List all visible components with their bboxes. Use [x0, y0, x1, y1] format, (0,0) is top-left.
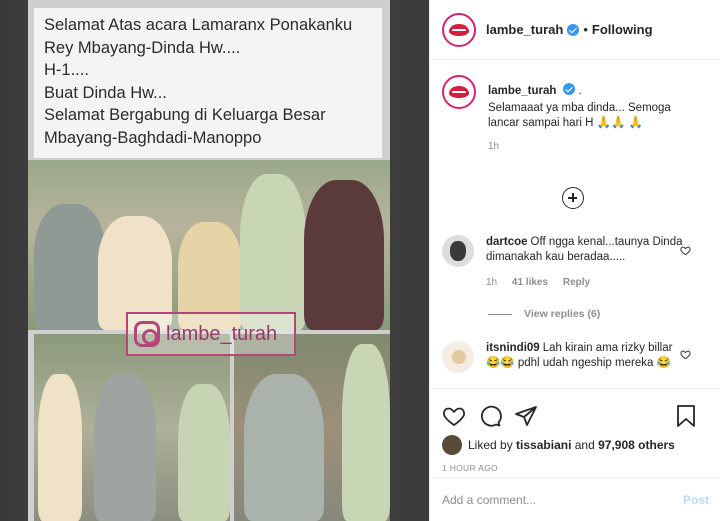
like-heart-icon[interactable]	[442, 404, 466, 428]
post-side-panel: lambe_turah • Following lambe_turah . Se…	[429, 0, 720, 521]
save-bookmark-icon[interactable]	[675, 404, 697, 428]
post-actions: Liked by tissabiani and 97,908 others 1 …	[430, 388, 720, 473]
comment-body: itsnindi09 Lah kirain ama rizky billar 😂😂…	[486, 341, 686, 373]
likes-count[interactable]: 97,908 others	[598, 438, 675, 452]
caption-time: 1h	[488, 141, 500, 152]
comment-time: 1h	[486, 277, 498, 288]
caption-avatar[interactable]	[442, 75, 476, 109]
reply-button[interactable]: Reply	[563, 277, 590, 288]
comment-body: dartcoe Off ngga kenal...taunya Dinda dim…	[486, 235, 686, 290]
comment-username[interactable]: dartcoe	[486, 236, 528, 248]
avatar-inner	[446, 16, 472, 43]
lips-logo-icon	[449, 86, 469, 98]
author-username[interactable]: lambe_turah	[486, 22, 563, 37]
person-figure	[304, 180, 384, 330]
photo-caption-line: Mbayang-Baghdadi-Manoppo	[44, 128, 262, 147]
photo-caption-line: Selamat Atas acara Lamaranx Ponakanku	[44, 16, 353, 34]
comment-meta: 1h 41 likes Reply	[486, 275, 686, 290]
person-figure	[240, 174, 306, 330]
verified-badge-icon	[567, 23, 580, 36]
caption-suffix: .	[578, 85, 582, 97]
person-figure	[178, 384, 230, 521]
liker-avatar[interactable]	[442, 435, 462, 455]
person-figure	[244, 374, 324, 521]
liker-username[interactable]: tissabiani	[516, 438, 571, 452]
person-figure	[38, 374, 82, 521]
following-button[interactable]: Following	[592, 22, 653, 37]
post-photo: Selamat Atas acara Lamaranx Ponakanku Re…	[28, 0, 390, 521]
lips-logo-icon	[449, 23, 469, 36]
caption-comment: lambe_turah . Selamaaat ya mba dinda... …	[442, 75, 698, 154]
watermark: lambe_turah	[126, 312, 296, 356]
photo-caption-line: Selamat Bergabung di Keluarga Besar	[44, 106, 326, 124]
share-send-icon[interactable]	[514, 404, 538, 428]
like-comment-heart-icon[interactable]	[680, 349, 691, 360]
verified-badge-icon	[563, 83, 576, 95]
likes-summary: Liked by tissabiani and 97,908 others	[442, 435, 709, 455]
watermark-text: lambe_turah	[166, 322, 278, 345]
caption-meta: 1h	[488, 139, 698, 154]
comment-bubble-icon[interactable]	[478, 404, 502, 428]
post-media[interactable]: Selamat Atas acara Lamaranx Ponakanku Re…	[0, 0, 429, 521]
avatar-face	[450, 241, 466, 261]
post-time-ago[interactable]: 1 HOUR AGO	[442, 463, 709, 473]
comment-item: itsnindi09 Lah kirain ama rizky billar 😂😂…	[442, 341, 686, 373]
author-avatar[interactable]	[442, 12, 476, 47]
post-comment-button[interactable]: Post	[683, 493, 709, 507]
view-replies-button[interactable]: View replies (6)	[488, 308, 600, 320]
avatar-inner	[446, 79, 472, 105]
view-replies-label: View replies (6)	[524, 308, 601, 320]
avatar-face	[452, 350, 466, 364]
load-more-comments-icon[interactable]	[562, 187, 584, 209]
separator-dot: •	[583, 22, 588, 37]
photo-caption-line: H-1....	[44, 61, 89, 79]
person-figure	[34, 204, 106, 330]
commenter-avatar[interactable]	[442, 235, 474, 267]
photo-scene-top	[28, 160, 390, 330]
person-figure	[342, 344, 390, 521]
caption-body: lambe_turah . Selamaaat ya mba dinda... …	[488, 75, 698, 154]
like-comment-heart-icon[interactable]	[680, 245, 691, 256]
person-figure	[94, 374, 156, 521]
comment-likes[interactable]: 41 likes	[512, 277, 548, 288]
photo-scene-bottom-right	[234, 334, 390, 521]
comment-username[interactable]: itsnindi09	[486, 342, 540, 354]
caption-username[interactable]: lambe_turah	[488, 85, 556, 97]
photo-caption-line: Buat Dinda Hw...	[44, 83, 167, 102]
photo-caption-box: Selamat Atas acara Lamaranx Ponakanku Re…	[34, 8, 382, 158]
add-comment-bar: Post	[430, 477, 720, 521]
likes-middle: and	[574, 438, 595, 452]
add-comment-input[interactable]	[442, 492, 683, 507]
caption-header-line: lambe_turah .	[488, 83, 698, 99]
caption-text: Selamaaat ya mba dinda... Semoga lancar …	[488, 102, 671, 129]
instagram-logo-icon	[134, 321, 160, 347]
view-replies-line	[488, 313, 512, 315]
action-icons-row	[442, 397, 709, 435]
comments-section[interactable]: lambe_turah . Selamaaat ya mba dinda... …	[430, 61, 720, 387]
post-header: lambe_turah • Following	[430, 0, 720, 60]
photo-caption-line: Rey Mbayang-Dinda Hw....	[44, 38, 241, 57]
comment-item: dartcoe Off ngga kenal...taunya Dinda dim…	[442, 235, 686, 290]
photo-scene-bottom-left	[34, 334, 230, 521]
likes-prefix: Liked by	[468, 438, 513, 452]
commenter-avatar[interactable]	[442, 341, 474, 373]
